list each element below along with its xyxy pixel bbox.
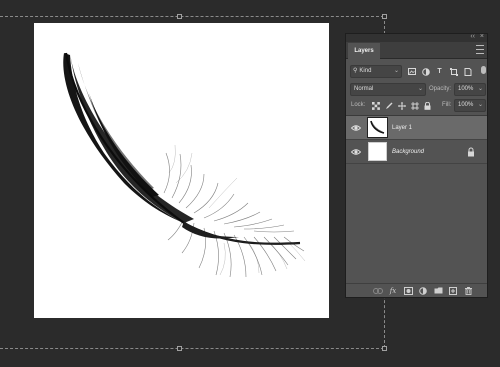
- link-layers-icon[interactable]: [373, 286, 383, 296]
- opacity-value: 100%: [458, 86, 474, 92]
- lock-image-icon[interactable]: [383, 100, 394, 111]
- opacity-label: Opacity:: [429, 86, 452, 92]
- new-layer-icon[interactable]: [448, 286, 458, 296]
- panel-footer: fx: [346, 283, 487, 297]
- tab-layers[interactable]: Layers: [348, 43, 380, 59]
- transform-handle-top-right[interactable]: [382, 14, 387, 19]
- layer-name[interactable]: Background: [392, 140, 424, 164]
- chevron-down-icon: ⌄: [393, 68, 399, 74]
- panel-title-strip[interactable]: ‹‹ ×: [346, 33, 487, 42]
- type-filter-icon[interactable]: T: [434, 66, 445, 77]
- transform-box-bottom: [0, 348, 384, 349]
- opacity-input[interactable]: 100% ⌄: [454, 83, 486, 96]
- panel-menu-icon[interactable]: [476, 45, 484, 54]
- document-canvas[interactable]: [34, 23, 329, 318]
- eye-icon[interactable]: [351, 147, 361, 157]
- blend-row: Normal ⌄ Opacity: 100% ⌄: [350, 83, 486, 96]
- blend-mode-select[interactable]: Normal ⌄: [350, 83, 426, 96]
- chevron-down-icon: ⌄: [477, 102, 483, 108]
- lock-label: Lock:: [351, 102, 366, 108]
- lock-icons: [370, 100, 433, 111]
- close-panel-icon[interactable]: ×: [480, 33, 484, 40]
- chevron-down-icon: ⌄: [477, 86, 483, 92]
- adjustment-layer-icon[interactable]: [418, 286, 428, 296]
- layers-list: Layer 1 Background: [346, 115, 487, 290]
- smart-object-filter-icon[interactable]: [462, 66, 473, 77]
- layer-thumbnail: [367, 117, 388, 138]
- image-filter-icon[interactable]: [406, 66, 417, 77]
- transform-handle-bottom-center[interactable]: [177, 346, 182, 351]
- kind-label: Kind: [359, 68, 372, 74]
- shape-filter-icon[interactable]: [448, 66, 459, 77]
- layer-row-layer-1[interactable]: Layer 1: [346, 116, 487, 140]
- lock-icon[interactable]: [467, 147, 475, 157]
- chevron-down-icon: ⌄: [417, 86, 423, 92]
- lock-row: Lock: Fill: 100% ⌄: [350, 99, 486, 112]
- blend-mode-value: Normal: [354, 86, 374, 92]
- lock-artboard-icon[interactable]: [409, 100, 420, 111]
- collapse-panel-icon[interactable]: ‹‹: [470, 33, 475, 40]
- new-group-icon[interactable]: [433, 286, 443, 296]
- search-icon: ⚲: [353, 68, 358, 74]
- lock-transparency-icon[interactable]: [370, 100, 381, 111]
- fill-input[interactable]: 100% ⌄: [454, 99, 486, 112]
- transform-handle-bottom-right[interactable]: [382, 346, 387, 351]
- panel-tab-bar: Layers: [346, 42, 487, 59]
- transform-box-top: [0, 16, 384, 17]
- layer-thumbnail: [368, 142, 387, 161]
- delete-icon[interactable]: [463, 286, 473, 296]
- eye-icon[interactable]: [351, 123, 361, 133]
- filter-kind-select[interactable]: ⚲ Kind ⌄: [350, 65, 402, 78]
- lock-all-icon[interactable]: [422, 100, 433, 111]
- feather-image: [63, 52, 306, 278]
- layer-name[interactable]: Layer 1: [392, 116, 412, 140]
- adjustment-filter-icon[interactable]: [420, 66, 431, 77]
- filter-icons: T: [406, 66, 473, 77]
- layer-row-background[interactable]: Background: [346, 140, 487, 164]
- add-mask-icon[interactable]: [403, 286, 413, 296]
- fx-icon[interactable]: fx: [388, 286, 398, 296]
- transform-handle-top-center[interactable]: [177, 14, 182, 19]
- layers-panel: ‹‹ × Layers ⚲ Kind ⌄ T Normal ⌄ Opacity:…: [345, 33, 488, 298]
- filter-toggle-switch[interactable]: [481, 66, 486, 74]
- lock-position-icon[interactable]: [396, 100, 407, 111]
- fill-value: 100%: [458, 102, 474, 108]
- fill-label: Fill:: [442, 102, 452, 108]
- filter-row: ⚲ Kind ⌄ T: [350, 65, 486, 78]
